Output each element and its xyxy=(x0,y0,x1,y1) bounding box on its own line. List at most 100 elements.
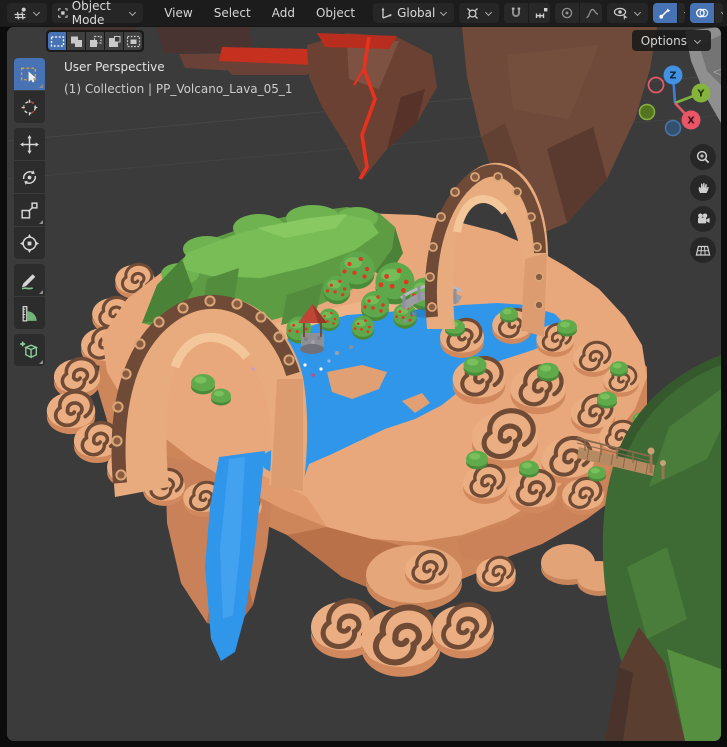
select-invert-icon xyxy=(107,34,122,49)
tool-transform[interactable] xyxy=(14,227,45,259)
select-extend-icon xyxy=(69,34,84,49)
select-subtract-icon xyxy=(88,34,103,49)
select-mode-intersect-button[interactable] xyxy=(124,32,142,50)
chevron-down-icon xyxy=(683,9,686,17)
chevron-down-icon xyxy=(439,9,448,17)
chevron-down-icon xyxy=(633,9,642,17)
chevron-down-icon xyxy=(693,37,702,45)
tool-add-cube[interactable] xyxy=(14,334,45,366)
overlays-dropdown[interactable] xyxy=(715,3,723,23)
perspective-grid-icon xyxy=(695,242,711,258)
show-gizmos-button[interactable] xyxy=(653,3,677,23)
snap-target-dropdown[interactable] xyxy=(529,3,550,23)
3d-viewport[interactable]: Options xyxy=(7,27,721,741)
select-set-icon xyxy=(50,34,65,49)
chevron-down-icon xyxy=(128,9,137,17)
editor-type-button[interactable] xyxy=(7,3,47,23)
chevron-down-icon xyxy=(484,9,493,17)
orientation-dropdown[interactable]: Global xyxy=(373,3,454,23)
svg-text:X: X xyxy=(687,115,695,126)
svg-text:Z: Z xyxy=(670,70,677,81)
select-mode-set-button[interactable] xyxy=(48,32,66,50)
cursor-icon xyxy=(19,97,40,118)
overlays-circles-icon xyxy=(695,6,709,20)
axis-neg-x-ball[interactable] xyxy=(649,78,664,93)
proportional-group xyxy=(555,3,601,23)
orientation-label: Global xyxy=(397,6,435,20)
menu-view[interactable]: View xyxy=(156,3,200,23)
perspective-label: User Perspective xyxy=(64,56,293,78)
measure-icon xyxy=(19,303,40,324)
transform-icon xyxy=(19,233,40,254)
menu-object[interactable]: Object xyxy=(308,3,363,23)
snap-group xyxy=(504,3,550,23)
editor-type-3d-viewport-icon xyxy=(13,6,28,21)
tool-annotate[interactable] xyxy=(14,264,45,296)
object-types-dropdown[interactable] xyxy=(607,3,648,23)
options-label: Options xyxy=(641,34,687,48)
options-dropdown[interactable]: Options xyxy=(632,30,711,51)
mode-dropdown[interactable]: Object Mode xyxy=(52,3,143,23)
tool-settings-row: Options xyxy=(7,29,721,54)
proportional-toggle-button[interactable] xyxy=(555,3,579,23)
select-mode-extend-button[interactable] xyxy=(67,32,85,50)
axis-z-ball[interactable]: Z xyxy=(664,66,683,85)
menu-select[interactable]: Select xyxy=(206,3,259,23)
axis-y-ball[interactable]: Y xyxy=(692,84,711,103)
chevron-down-icon xyxy=(32,9,41,17)
zoom-button[interactable] xyxy=(690,144,716,170)
viewport-nav-buttons xyxy=(690,144,716,263)
camera-icon xyxy=(695,211,711,227)
viewport-scene xyxy=(7,27,721,741)
annotate-icon xyxy=(19,270,40,291)
camera-view-button[interactable] xyxy=(690,206,716,232)
axis-neg-y-ball[interactable] xyxy=(640,105,655,120)
menu-add[interactable]: Add xyxy=(264,3,303,23)
pan-button[interactable] xyxy=(690,175,716,201)
tool-move[interactable] xyxy=(14,128,45,160)
object-mode-icon xyxy=(58,6,68,20)
overlays-group xyxy=(690,3,723,23)
navigation-axis-gizmo[interactable]: Z Y X xyxy=(633,61,719,147)
select-intersect-icon xyxy=(126,34,141,49)
pivot-point-dropdown[interactable] xyxy=(459,3,499,23)
select-box-icon xyxy=(19,64,40,85)
move-icon xyxy=(19,134,40,155)
chevron-down-icon xyxy=(720,9,723,17)
add-cube-icon xyxy=(19,340,40,361)
hand-icon xyxy=(695,180,711,196)
rotate-icon xyxy=(19,167,40,188)
ortho-toggle-button[interactable] xyxy=(690,237,716,263)
axis-neg-z-ball[interactable] xyxy=(666,121,681,136)
falloff-curve-icon xyxy=(585,6,600,20)
select-mode-group xyxy=(46,30,144,52)
snap-toggle-button[interactable] xyxy=(504,3,528,23)
sidebar-collapse-arrow[interactable]: < xyxy=(712,65,721,79)
magnet-icon xyxy=(509,6,523,20)
axis-x-ball[interactable]: X xyxy=(682,111,701,130)
select-mode-invert-button[interactable] xyxy=(105,32,123,50)
snap-increment-icon xyxy=(534,6,549,20)
mode-label: Object Mode xyxy=(72,0,125,27)
svg-text:Y: Y xyxy=(697,88,705,99)
gizmos-dropdown[interactable] xyxy=(678,3,686,23)
collection-label: (1) Collection | PP_Volcano_Lava_05_1 xyxy=(64,78,293,100)
viewport-info-text: User Perspective (1) Collection | PP_Vol… xyxy=(64,56,293,100)
show-overlays-button[interactable] xyxy=(690,3,714,23)
gizmo-arrow-icon xyxy=(658,6,672,20)
tool-shelf xyxy=(14,58,45,371)
viewport-header: Object Mode View Select Add Object Globa… xyxy=(0,0,727,27)
tool-measure[interactable] xyxy=(14,297,45,329)
select-mode-subtract-button[interactable] xyxy=(86,32,104,50)
tool-select-box[interactable] xyxy=(14,58,45,90)
proportional-editing-icon xyxy=(560,6,574,20)
axes-icon xyxy=(379,6,393,20)
tool-scale[interactable] xyxy=(14,194,45,226)
eye-visibility-icon xyxy=(613,6,629,21)
falloff-dropdown[interactable] xyxy=(580,3,601,23)
pivot-point-icon xyxy=(465,6,480,21)
magnifier-plus-icon xyxy=(695,149,711,165)
tool-cursor[interactable] xyxy=(14,91,45,123)
gizmo-group xyxy=(653,3,686,23)
tool-rotate[interactable] xyxy=(14,161,45,193)
